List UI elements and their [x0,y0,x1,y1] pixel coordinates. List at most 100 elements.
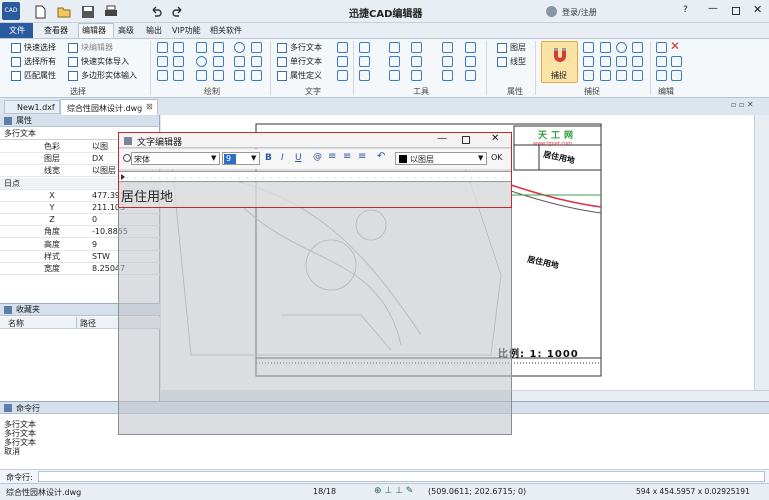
quick-entity-import-button[interactable]: 快速实体导入 [68,56,129,67]
delete-icon[interactable]: ✕ [670,39,680,53]
snap-center-icon[interactable] [616,42,627,53]
measure-icon[interactable] [359,70,370,81]
polyline-icon[interactable] [173,42,184,53]
gradient-icon[interactable] [196,70,207,81]
undo-icon[interactable] [149,5,163,19]
login-link[interactable]: 登录/注册 [562,7,597,18]
restore-icon[interactable] [732,7,740,15]
redo-icon[interactable] [171,5,185,19]
tab-close-icon[interactable]: ⊠ [146,102,153,111]
new-file-icon[interactable] [33,5,47,19]
trim-icon[interactable] [389,56,400,67]
snap-nearest-icon[interactable] [616,70,627,81]
mtext-button[interactable]: 多行文本 [277,42,322,53]
save-icon[interactable] [81,5,95,19]
menu-item-file[interactable]: 文件 [9,25,25,36]
ellipse-icon[interactable] [196,56,207,67]
menu-item-viewer[interactable]: 查看器 [44,25,68,36]
cloud-icon[interactable] [251,70,262,81]
text-edit-icon[interactable] [337,42,348,53]
snap-insert-icon[interactable] [632,56,643,67]
col-name[interactable]: 名称 [8,318,24,329]
property-value[interactable]: DX [92,153,104,165]
chamfer-icon[interactable] [411,70,422,81]
array-icon[interactable] [465,42,476,53]
property-value[interactable]: 以图 [92,141,108,153]
explode-icon[interactable] [442,70,453,81]
property-value[interactable]: 以图层 [92,165,116,177]
property-value[interactable]: STW [92,251,110,263]
snap-tangent-icon[interactable] [600,70,611,81]
properties-icon[interactable] [671,70,682,81]
mirror-icon[interactable] [442,42,453,53]
arc-icon[interactable] [196,42,207,53]
menu-item-vip[interactable]: VIP功能 [172,25,201,36]
paste-icon[interactable] [656,42,667,53]
window-controls[interactable]: ▫ ▫ ✕ [731,100,754,109]
block-editor-button[interactable]: 块编辑器 [68,42,113,53]
match-properties-button[interactable]: 匹配属性 [11,70,56,81]
circle-icon[interactable] [234,42,245,53]
menu-item-output[interactable]: 输出 [146,25,162,36]
select-all-button[interactable]: 选择所有 [11,56,56,67]
snap-quadrant-icon[interactable] [583,56,594,67]
layers-button[interactable]: 图层 [497,42,526,53]
help-icon[interactable]: ? [683,5,688,15]
vertical-scrollbar[interactable] [754,115,769,390]
menu-item-related[interactable]: 相关软件 [210,25,242,36]
snap-extension-icon[interactable] [616,56,627,67]
region-icon[interactable] [251,56,262,67]
linetype-button[interactable]: 线型 [497,56,526,67]
text-find-icon[interactable] [337,70,348,81]
text-style-icon[interactable] [337,56,348,67]
dimension-icon[interactable] [157,70,168,81]
snap-node-icon[interactable] [632,42,643,53]
snap-perpendicular-icon[interactable] [583,70,594,81]
pen-icon[interactable] [234,70,245,81]
command-input[interactable] [38,471,765,482]
move-icon[interactable] [359,42,370,53]
curve-icon[interactable] [213,42,224,53]
wipeout-icon[interactable] [213,70,224,81]
print-icon[interactable] [104,5,118,19]
snap-parallel-icon[interactable] [632,70,643,81]
hatch-icon[interactable] [234,56,245,67]
attribute-define-button[interactable]: 属性定义 [277,70,322,81]
polygon-entity-input-button[interactable]: 多边形实体输入 [68,70,137,81]
open-folder-icon[interactable] [57,5,71,19]
col-path[interactable]: 路径 [80,318,96,329]
user-icon[interactable] [546,6,557,17]
snap-intersection-icon[interactable] [600,56,611,67]
snap-endpoint-icon[interactable] [583,42,594,53]
property-value[interactable]: 0 [92,214,97,226]
property-value[interactable]: 9 [92,239,97,251]
minimize-icon[interactable]: — [708,3,718,14]
menu-item-advanced[interactable]: 高级 [118,25,134,36]
snap-button[interactable]: 捕捉 [541,41,578,83]
break-icon[interactable] [465,70,476,81]
fill-icon[interactable] [173,70,184,81]
quick-select-button[interactable]: 快速选择 [11,42,56,53]
offset-icon[interactable] [442,56,453,67]
scale-icon[interactable] [411,42,422,53]
spline-icon[interactable] [173,56,184,67]
fillet-icon[interactable] [389,70,400,81]
clipboard-icon[interactable] [656,70,667,81]
tab-new1[interactable]: New1.dxf [4,100,60,114]
point-icon[interactable] [157,56,168,67]
rotate-icon[interactable] [359,56,370,67]
extend-icon[interactable] [411,56,422,67]
rect-icon[interactable] [251,42,262,53]
copy-icon[interactable] [389,42,400,53]
horizontal-scrollbar[interactable] [512,390,769,401]
status-snap-icons[interactable]: ⊕ ⊥ ⊥ ✎ [374,486,413,496]
snap-midpoint-icon[interactable] [600,42,611,53]
tab-garden-design[interactable]: 综合性园林设计.dwg ⊠ [60,99,158,115]
duplicate-icon[interactable] [671,56,682,67]
menu-item-editor[interactable]: 编辑器 [82,25,106,36]
line-icon[interactable] [157,42,168,53]
cut-icon[interactable] [656,56,667,67]
single-text-button[interactable]: 单行文本 [277,56,322,67]
stretch-icon[interactable] [465,56,476,67]
donut-icon[interactable] [213,56,224,67]
